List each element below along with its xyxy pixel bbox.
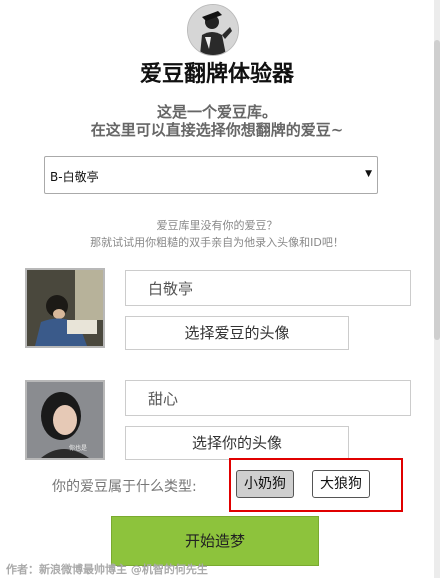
user-avatar-photo: 你也是 xyxy=(25,380,105,460)
scrollbar-thumb[interactable] xyxy=(434,40,440,340)
idol-avatar-photo xyxy=(25,268,105,348)
triangle-down-icon: ▼ xyxy=(365,169,372,179)
avatar-silhouette-icon xyxy=(187,4,239,56)
hint-text-line2: 那就试试用你粗糙的双手亲自为他录入头像和ID吧！ xyxy=(90,236,344,249)
type-option-milk-puppy[interactable]: 小奶狗 xyxy=(236,470,294,498)
type-option-big-wolf[interactable]: 大狼狗 xyxy=(312,470,370,498)
intro-text-line2: 在这里可以直接选择你想翻牌的爱豆~ xyxy=(90,121,344,139)
idol-select[interactable]: B-白敬亭 ▼ xyxy=(44,156,378,194)
idol-select-value: B-白敬亭 xyxy=(50,170,99,184)
user-name-input[interactable] xyxy=(125,380,411,416)
idol-type-label: 你的爱豆属于什么类型: xyxy=(52,479,197,495)
page-title: 爱豆翻牌体验器 xyxy=(139,61,294,87)
hint-text-line1: 爱豆库里没有你的爱豆？ xyxy=(156,219,278,232)
choose-idol-avatar-button[interactable]: 选择爱豆的头像 xyxy=(125,316,349,350)
start-button[interactable]: 开始造梦 xyxy=(111,516,319,566)
idol-name-input[interactable] xyxy=(125,270,411,306)
user-photo-caption: 你也是 xyxy=(68,445,87,452)
choose-user-avatar-button[interactable]: 选择你的头像 xyxy=(125,426,349,460)
author-credit: 作者：新浪微博最帅博主 @机智的何先生 xyxy=(6,563,208,576)
